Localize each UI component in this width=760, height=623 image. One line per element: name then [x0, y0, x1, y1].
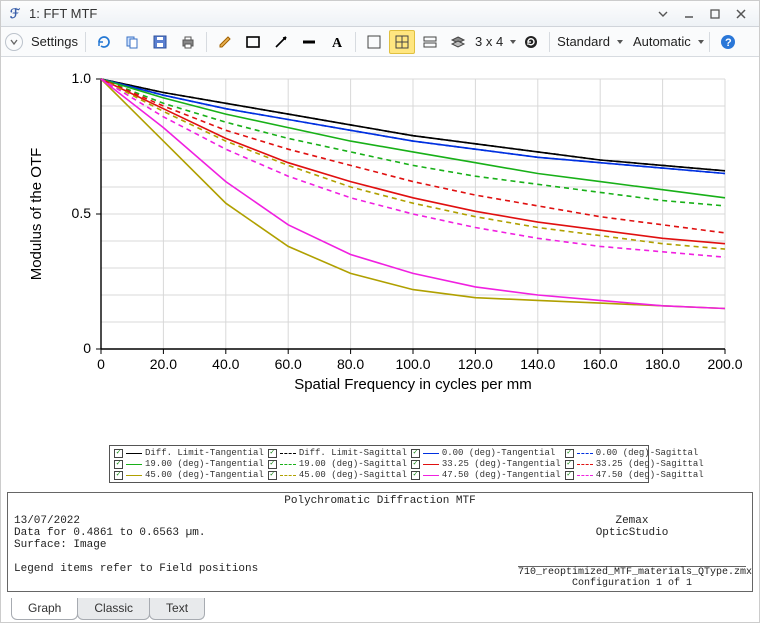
- titlebar: ℱ 1: FFT MTF: [1, 1, 759, 27]
- dropdown-icon[interactable]: [651, 5, 675, 23]
- svg-text:120.0: 120.0: [458, 356, 493, 372]
- svg-text:140.0: 140.0: [520, 356, 555, 372]
- legend-item[interactable]: 19.00 (deg)-Sagittal: [268, 459, 407, 469]
- svg-text:20.0: 20.0: [150, 356, 177, 372]
- automatic-dropdown[interactable]: Automatic: [631, 34, 693, 49]
- copy-icon[interactable]: [119, 30, 145, 54]
- svg-text:A: A: [332, 36, 343, 50]
- legend-item[interactable]: 19.00 (deg)-Tangential: [114, 459, 264, 469]
- info-right-top: Zemax OpticStudio: [518, 515, 746, 566]
- mtf-chart[interactable]: 0 0.5 1.0 0 20.0 40.0 60.0 80.0 100.0 120.0 140.0 1…: [5, 59, 755, 441]
- refresh-icon[interactable]: [91, 30, 117, 54]
- legend-item[interactable]: Diff. Limit-Sagittal: [268, 448, 407, 458]
- svg-text:60.0: 60.0: [275, 356, 302, 372]
- line-weight-icon[interactable]: [296, 30, 322, 54]
- legend-item[interactable]: 0.00 (deg)-Tangential: [411, 448, 561, 458]
- expand-settings-icon[interactable]: [5, 33, 23, 51]
- svg-text:80.0: 80.0: [337, 356, 364, 372]
- chart-legend: Diff. Limit-Tangential Diff. Limit-Sagitt…: [109, 445, 649, 483]
- app-icon: ℱ: [7, 6, 23, 22]
- help-icon[interactable]: ?: [715, 30, 741, 54]
- toolbar: Settings A 3 x 4 Standa: [1, 27, 759, 57]
- svg-text:0.5: 0.5: [72, 205, 92, 221]
- svg-text:?: ?: [725, 37, 732, 49]
- rectangle-icon[interactable]: [240, 30, 266, 54]
- legend-item[interactable]: 45.00 (deg)-Tangential: [114, 470, 264, 480]
- info-right-bot: 710_reoptimized_MTF_materials_QType.zmx …: [518, 566, 746, 589]
- legend-item[interactable]: 47.50 (deg)-Sagittal: [565, 470, 704, 480]
- svg-text:Spatial Frequency in cycles pe: Spatial Frequency in cycles per mm: [294, 376, 532, 393]
- tab-text[interactable]: Text: [149, 598, 205, 620]
- tab-classic[interactable]: Classic: [77, 598, 150, 620]
- svg-text:0: 0: [97, 356, 105, 372]
- save-icon[interactable]: [147, 30, 173, 54]
- layers-icon[interactable]: [445, 30, 471, 54]
- svg-text:180.0: 180.0: [645, 356, 680, 372]
- grid-quad-icon[interactable]: [389, 30, 415, 54]
- info-title: Polychromatic Diffraction MTF: [8, 493, 752, 513]
- legend-item[interactable]: 47.50 (deg)-Tangential: [411, 470, 561, 480]
- pencil-icon[interactable]: [212, 30, 238, 54]
- grid-stack-icon[interactable]: [417, 30, 443, 54]
- standard-dropdown[interactable]: Standard: [555, 34, 612, 49]
- grid-size-label[interactable]: 3 x 4: [473, 34, 505, 49]
- info-left: 13/07/2022 Data for 0.4861 to 0.6563 µm.…: [8, 513, 512, 591]
- reset-zoom-icon[interactable]: [518, 30, 544, 54]
- chevron-down-icon[interactable]: [698, 40, 704, 44]
- svg-text:40.0: 40.0: [212, 356, 239, 372]
- legend-item[interactable]: 0.00 (deg)-Sagittal: [565, 448, 704, 458]
- legend-item[interactable]: 33.25 (deg)-Tangential: [411, 459, 561, 469]
- svg-text:160.0: 160.0: [583, 356, 618, 372]
- minimize-button[interactable]: [677, 5, 701, 23]
- view-tabs: Graph Classic Text: [11, 598, 204, 620]
- svg-text:Modulus of the OTF: Modulus of the OTF: [28, 148, 45, 281]
- line-arrow-icon[interactable]: [268, 30, 294, 54]
- chevron-down-icon[interactable]: [617, 40, 623, 44]
- chevron-down-icon[interactable]: [510, 40, 516, 44]
- legend-item[interactable]: 33.25 (deg)-Sagittal: [565, 459, 704, 469]
- grid-single-icon[interactable]: [361, 30, 387, 54]
- info-panel: Polychromatic Diffraction MTF 13/07/2022…: [7, 492, 753, 592]
- svg-text:0: 0: [83, 340, 91, 356]
- print-icon[interactable]: [175, 30, 201, 54]
- legend-item[interactable]: 45.00 (deg)-Sagittal: [268, 470, 407, 480]
- svg-text:100.0: 100.0: [395, 356, 430, 372]
- window-title: 1: FFT MTF: [29, 6, 97, 21]
- legend-item[interactable]: Diff. Limit-Tangential: [114, 448, 264, 458]
- maximize-button[interactable]: [703, 5, 727, 23]
- svg-text:200.0: 200.0: [707, 356, 742, 372]
- settings-button[interactable]: Settings: [29, 34, 80, 49]
- svg-text:1.0: 1.0: [72, 70, 92, 86]
- tab-graph[interactable]: Graph: [11, 598, 78, 620]
- text-tool-icon[interactable]: A: [324, 30, 350, 54]
- close-button[interactable]: [729, 5, 753, 23]
